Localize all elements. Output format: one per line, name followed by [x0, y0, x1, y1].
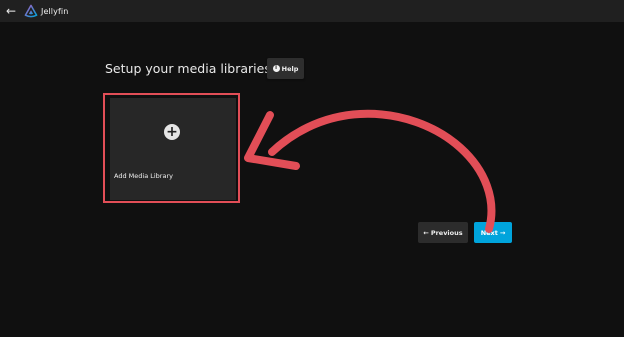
- back-button[interactable]: ←: [2, 2, 20, 20]
- previous-label: Previous: [430, 228, 463, 237]
- page-title: Setup your media libraries: [105, 61, 271, 76]
- app-name: Jellyfin: [41, 6, 69, 16]
- arrow-right-icon: →: [499, 228, 506, 237]
- arrow-left-icon: ←: [423, 228, 429, 237]
- annotation-highlight-box: [103, 93, 240, 203]
- previous-button[interactable]: ← Previous: [418, 222, 468, 243]
- arrow-left-icon: ←: [5, 4, 17, 18]
- help-button[interactable]: i Help: [267, 58, 304, 79]
- next-button[interactable]: Next →: [474, 222, 512, 243]
- help-label: Help: [281, 64, 299, 73]
- top-bar: ← Jellyfin: [0, 0, 624, 22]
- info-icon: i: [272, 65, 280, 72]
- jellyfin-logo-icon: [24, 4, 38, 18]
- annotation-arrow: [244, 109, 496, 233]
- next-label: Next: [480, 228, 498, 237]
